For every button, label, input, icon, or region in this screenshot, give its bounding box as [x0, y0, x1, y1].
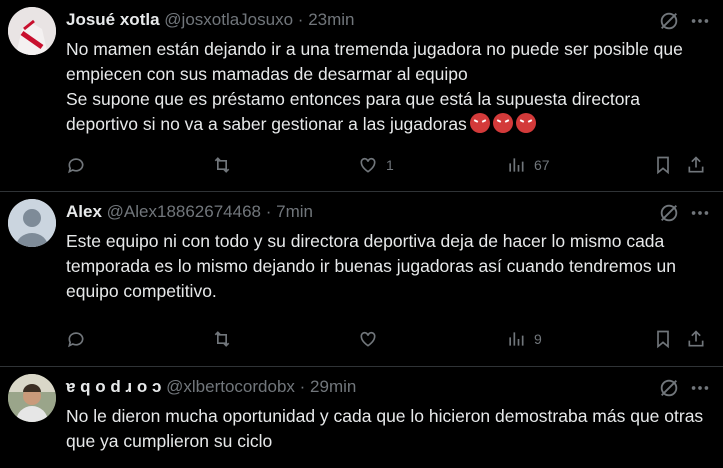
view-count: 9 [534, 331, 542, 347]
separator-dot: · [299, 377, 306, 396]
avatar[interactable] [8, 7, 56, 55]
timestamp[interactable]: 23min [308, 10, 354, 29]
bookmark-button[interactable] [653, 327, 673, 351]
retweet-icon [214, 157, 230, 173]
author-handle[interactable]: @xlbertocordobx [166, 377, 295, 396]
share-icon [688, 330, 704, 347]
tweet-header: Alex @Alex18862674468 · 7min [66, 201, 313, 223]
tweet-body: Este equipo ni con todo y su directora d… [66, 231, 676, 301]
tweet-text: Este equipo ni con todo y su directora d… [66, 229, 706, 304]
retweet-icon [214, 331, 230, 347]
like-button[interactable] [358, 327, 378, 351]
tweet-3[interactable]: ɐ q o d ɹ o ɔ @xlbertocordobx · 29min No… [0, 367, 723, 468]
angry-face-emoji [492, 113, 513, 133]
view-count: 67 [534, 157, 550, 173]
angry-face-emoji [515, 113, 536, 133]
views-button[interactable]: 9 [506, 327, 542, 351]
views-icon [509, 158, 524, 172]
tweet-body: No le dieron mucha oportunidad y cada qu… [66, 406, 704, 451]
more-options-icon[interactable] [689, 10, 711, 32]
tweet-actions: 9 [66, 327, 715, 351]
tweet-1[interactable]: Josué xotla @josxotlaJosuxo · 23min No m… [0, 0, 723, 192]
grok-icon[interactable] [658, 202, 680, 224]
tweet-2[interactable]: Alex @Alex18862674468 · 7min Este equipo… [0, 192, 723, 367]
author-handle[interactable]: @josxotlaJosuxo [164, 10, 293, 29]
more-options-icon[interactable] [689, 202, 711, 224]
tweet-body: No mamen están dejando ir a una tremenda… [66, 39, 683, 134]
author-name[interactable]: Josué xotla [66, 10, 160, 29]
bookmark-button[interactable] [653, 153, 673, 177]
avatar[interactable] [8, 199, 56, 247]
reply-icon [68, 158, 84, 174]
tweet-text: No mamen están dejando ir a una tremenda… [66, 37, 706, 137]
like-count: 1 [386, 157, 394, 173]
tweet-header: ɐ q o d ɹ o ɔ @xlbertocordobx · 29min [66, 376, 356, 398]
author-handle[interactable]: @Alex18862674468 [107, 202, 261, 221]
reply-button[interactable] [66, 153, 86, 177]
heart-icon [360, 331, 376, 347]
views-button[interactable]: 67 [506, 153, 550, 177]
share-button[interactable] [686, 153, 706, 177]
like-button[interactable]: 1 [358, 153, 394, 177]
timestamp[interactable]: 7min [276, 202, 313, 221]
tweet-text: No le dieron mucha oportunidad y cada qu… [66, 404, 706, 454]
separator-dot: · [265, 202, 272, 221]
grok-icon[interactable] [658, 10, 680, 32]
bookmark-icon [657, 330, 669, 349]
views-icon [509, 332, 524, 346]
separator-dot: · [297, 10, 304, 29]
tweet-actions: 1 67 [66, 153, 715, 177]
avatar[interactable] [8, 374, 56, 422]
share-button[interactable] [686, 327, 706, 351]
more-options-icon[interactable] [689, 377, 711, 399]
retweet-button[interactable] [212, 327, 232, 351]
author-name[interactable]: Alex [66, 202, 102, 221]
grok-icon[interactable] [658, 377, 680, 399]
timestamp[interactable]: 29min [310, 377, 356, 396]
tweet-header: Josué xotla @josxotlaJosuxo · 23min [66, 9, 355, 31]
share-icon [688, 156, 704, 173]
author-name[interactable]: ɐ q o d ɹ o ɔ [66, 377, 161, 396]
retweet-button[interactable] [212, 153, 232, 177]
reply-button[interactable] [66, 327, 86, 351]
reply-icon [68, 332, 84, 348]
angry-face-emoji [469, 113, 490, 133]
bookmark-icon [657, 156, 669, 175]
heart-icon [360, 157, 376, 173]
